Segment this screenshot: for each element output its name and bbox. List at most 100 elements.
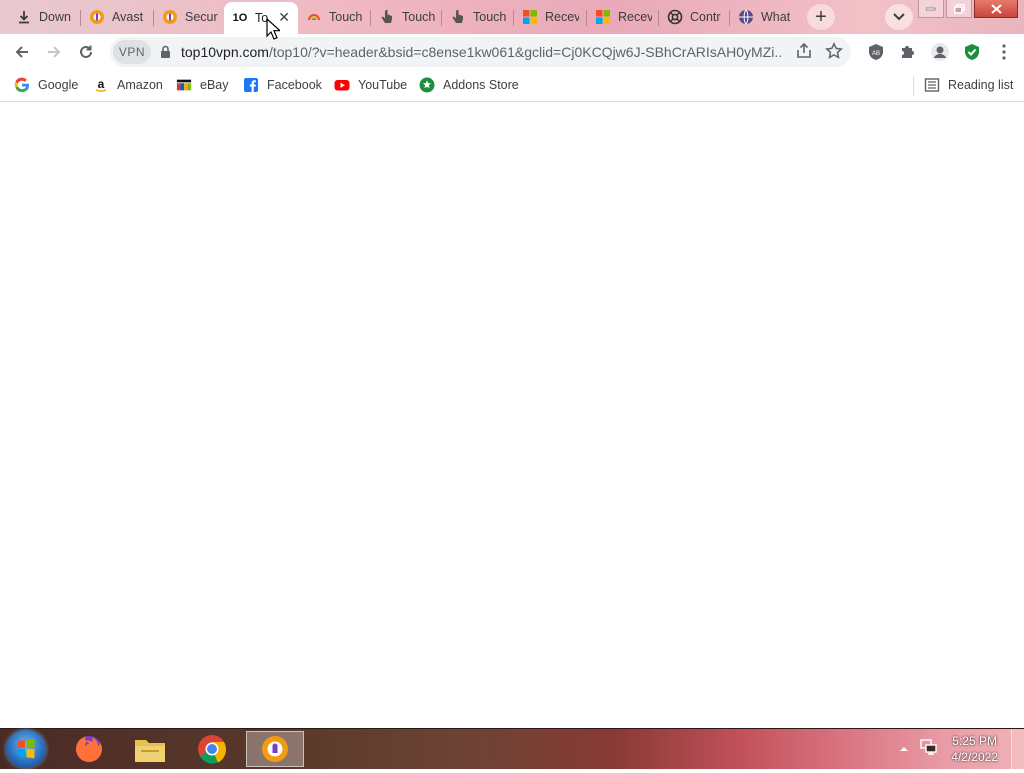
mouse-cursor-icon [266, 18, 280, 40]
address-bar[interactable]: VPN top10vpn.com/top10/?v=header&bsid=c8… [110, 37, 851, 67]
taskbar-file-explorer[interactable] [121, 731, 179, 767]
lock-icon[interactable] [160, 45, 172, 59]
ebay-icon [176, 77, 192, 93]
tab-avast[interactable]: Avast [81, 3, 153, 31]
tab-microsoft-2[interactable]: Recev [587, 3, 658, 31]
green-shield-check-icon [965, 44, 979, 60]
start-button[interactable] [6, 730, 46, 768]
minimize-button[interactable] [918, 0, 944, 18]
tab-microsoft-1[interactable]: Recev [514, 3, 586, 31]
chevron-down-icon [893, 13, 905, 21]
tab-touch-2[interactable]: Touch [371, 3, 441, 31]
bookmark-star-icon[interactable] [825, 42, 843, 65]
close-icon [990, 3, 1002, 14]
taskbar-firefox[interactable] [60, 731, 118, 767]
more-vert-icon [1002, 44, 1006, 60]
show-hidden-icons-button[interactable] [899, 740, 909, 758]
vpn-label: VPN [118, 45, 146, 59]
chevron-up-icon [900, 747, 909, 751]
browser-toolbar: VPN top10vpn.com/top10/?v=header&bsid=c8… [0, 34, 1024, 70]
bookmark-label: Google [38, 78, 79, 92]
puzzle-icon [902, 46, 914, 58]
tab-what[interactable]: What [730, 3, 800, 31]
shield-ad-icon: AB [869, 44, 883, 60]
bookmark-ebay[interactable]: eBay [176, 77, 229, 93]
url-text[interactable]: top10vpn.com/top10/?v=header&bsid=c8ense… [181, 44, 781, 60]
tab-top10vpn-active[interactable]: 1O To ✕ [224, 2, 298, 34]
taskbar-clock[interactable]: 5:25 PM 4/2/2022 [951, 733, 998, 765]
menu-button[interactable] [990, 38, 1018, 66]
window-controls [916, 0, 1018, 18]
tab-touch-1[interactable]: Touch [298, 3, 370, 31]
bookmark-label: Amazon [117, 78, 163, 92]
ad-blocker-extension-button[interactable]: AB [862, 38, 890, 66]
restore-button[interactable] [946, 0, 972, 18]
top10-logo-text: 1O [232, 12, 248, 24]
svg-text:AB: AB [872, 51, 880, 57]
tab-title: Secur [185, 10, 218, 24]
plus-icon: + [815, 6, 827, 28]
microsoft-logo-icon [595, 9, 611, 25]
bookmark-google[interactable]: Google [14, 77, 78, 93]
microsoft-logo-icon [522, 9, 538, 25]
taskbar-chrome[interactable] [183, 731, 241, 767]
tab-secure[interactable]: Secur [154, 3, 226, 31]
show-desktop-button[interactable] [1011, 729, 1024, 769]
windows-logo-icon [18, 738, 35, 759]
tab-search-button[interactable] [885, 4, 913, 30]
tab-downloads[interactable]: Down [8, 3, 80, 31]
bookmark-amazon[interactable]: a Amazon [93, 77, 163, 93]
avast-secure-browser-icon [262, 736, 288, 762]
tab-title: Recev [618, 10, 652, 24]
top10-logo-icon: 1O [232, 10, 248, 26]
back-arrow-icon [15, 46, 28, 58]
close-window-button[interactable] [974, 0, 1018, 18]
tab-title: Contr [690, 10, 721, 24]
vpn-button[interactable]: VPN [113, 40, 151, 64]
url-host: top10vpn.com [181, 44, 269, 60]
bookmark-label: eBay [200, 78, 229, 92]
tab-touch-3[interactable]: Touch [442, 3, 513, 31]
chrome-icon [198, 735, 226, 764]
reading-list-button[interactable]: Reading list [924, 77, 1013, 93]
close-tab-icon[interactable]: ✕ [278, 10, 290, 24]
bookmarks-divider [913, 76, 914, 96]
reading-list-label: Reading list [948, 78, 1014, 92]
tab-title: Touch [329, 10, 363, 24]
facebook-icon [243, 77, 259, 93]
windows-taskbar: 5:25 PM 4/2/2022 [0, 728, 1024, 769]
hand-pointer-icon [450, 9, 466, 25]
network-button[interactable] [919, 738, 937, 760]
profile-button[interactable] [926, 38, 954, 66]
tab-title: Recev [545, 10, 579, 24]
bookmark-youtube[interactable]: YouTube [334, 77, 407, 93]
reload-icon [80, 45, 92, 58]
google-icon [14, 77, 30, 93]
new-tab-button[interactable]: + [807, 4, 835, 30]
tab-contact[interactable]: Contr [659, 3, 729, 31]
taskbar-avast-secure-browser[interactable] [246, 731, 304, 767]
avast-secure-browser-icon [162, 9, 178, 25]
avast-secure-browser-icon [89, 9, 105, 25]
security-extension-button[interactable] [958, 38, 986, 66]
tab-title: Down [39, 10, 71, 24]
bookmark-label: Facebook [267, 78, 322, 92]
page-content[interactable] [0, 102, 1024, 728]
omnibox-actions [795, 42, 843, 65]
url-path: /top10/?v=header&bsid=c8ense1kw061&gclid… [268, 44, 781, 60]
reading-list-icon [924, 77, 940, 93]
tab-strip: Down Avast Secur 1O To ✕ Touch Touch Tou… [0, 0, 1024, 34]
bookmark-label: YouTube [358, 78, 408, 92]
share-icon[interactable] [795, 42, 813, 65]
forward-button[interactable] [40, 38, 68, 66]
reload-button[interactable] [72, 38, 100, 66]
bookmark-label: Addons Store [443, 78, 519, 92]
svg-text:a: a [98, 77, 105, 91]
bookmark-addons-store[interactable]: Addons Store [419, 77, 519, 93]
back-button[interactable] [8, 38, 36, 66]
bookmark-facebook[interactable]: Facebook [243, 77, 322, 93]
extensions-button[interactable] [894, 38, 922, 66]
firefox-icon [76, 736, 102, 762]
extensions-area: AB [862, 38, 1022, 66]
amazon-icon: a [93, 77, 109, 93]
